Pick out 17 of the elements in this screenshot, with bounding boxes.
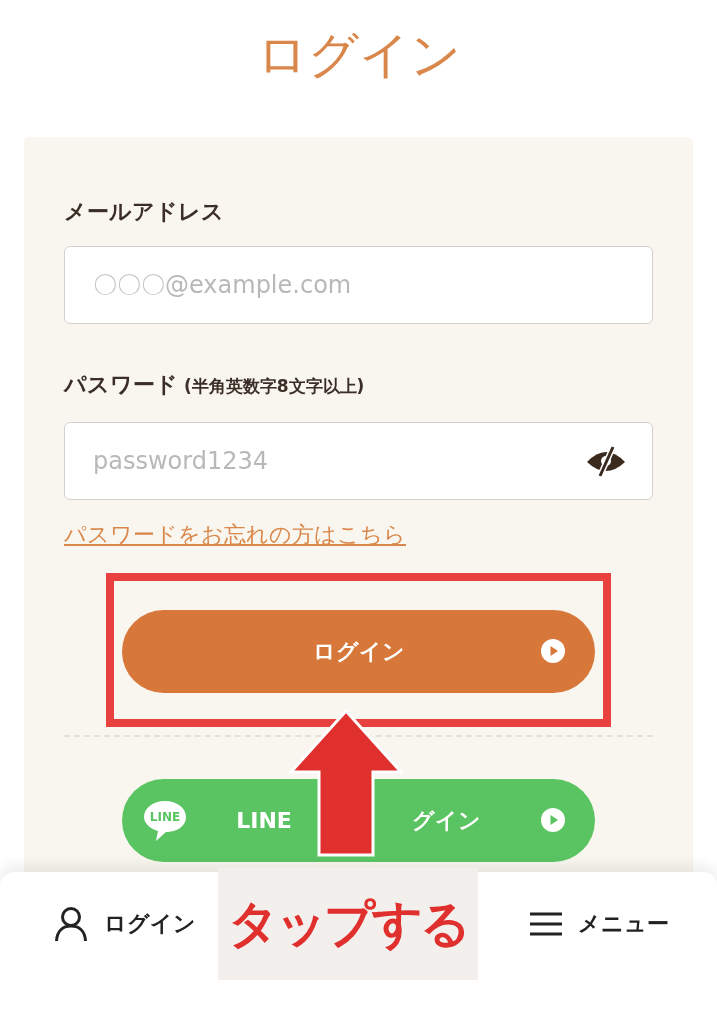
menu-icon — [530, 911, 562, 937]
eye-slash-icon[interactable] — [585, 444, 627, 478]
field-hint: (半角英数字8文字以上) — [184, 375, 365, 398]
field-label: パスワード — [64, 371, 178, 399]
email-field[interactable]: 〇〇〇@example.com — [64, 246, 653, 324]
nav-button[interactable]: メニュー — [530, 904, 669, 944]
page-title: ログイン — [256, 25, 461, 86]
forgot-password-link[interactable]: パスワードをお忘れの方はこちら — [64, 520, 406, 550]
field-label: メールアドレス — [64, 198, 224, 226]
login-button[interactable]: ログイン — [122, 610, 595, 693]
play-icon — [541, 808, 565, 832]
annotation-label: タップする — [218, 868, 478, 980]
person-icon — [54, 906, 88, 942]
play-icon — [541, 639, 565, 663]
nav-button[interactable]: ログイン — [54, 904, 196, 944]
line-logo: LINE — [142, 798, 188, 844]
password-field[interactable]: password1234 — [64, 422, 653, 500]
